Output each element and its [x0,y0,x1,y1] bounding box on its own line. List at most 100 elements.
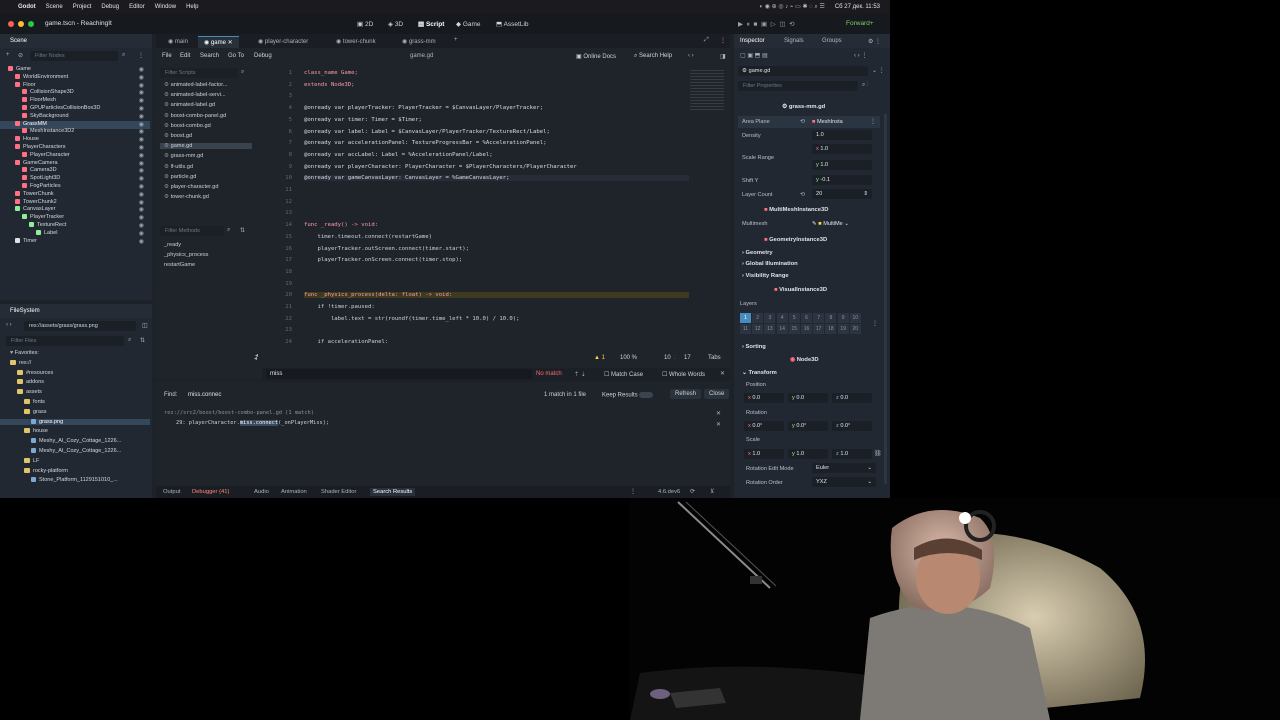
scale-range-x-field[interactable]: x 1.0 [812,144,872,154]
code-line[interactable]: @onready var playerTracker: PlayerTracke… [304,105,543,111]
app-menu[interactable]: Godot [18,4,36,10]
folder-item[interactable]: fonts [0,399,150,405]
global-illumination-group[interactable]: › Global Illumination [742,261,798,267]
tab-audio[interactable]: Audio [254,489,269,495]
code-line[interactable]: @onready var gameCanvasLayer: CanvasLaye… [304,175,689,182]
code-editor[interactable]: 1 class_name Game; 2 extends Node3D; 3 4 @onre… [0,14,730,354]
code-line[interactable]: label.text = str(roundf(timer.time_left … [304,316,520,322]
toggle-bottom-panel-icon[interactable]: ⊻ [710,489,714,495]
rotation-x-field[interactable]: x 0.0° [744,421,784,431]
position-x-field[interactable]: x 0.0 [744,393,784,403]
tab-search-results[interactable]: Search Results [370,488,416,496]
whole-words-toggle[interactable]: ☐ Whole Words [662,371,705,378]
tab-signals[interactable]: Signals [784,38,804,44]
match-case-toggle[interactable]: ☐ Match Case [604,371,643,378]
layer-bit[interactable]: 7 [813,313,825,323]
menu-project[interactable]: Project [73,4,92,10]
geometryinstance3d-section[interactable]: ■ GeometryInstance3D [764,237,827,243]
layer-bit[interactable]: 9 [837,313,849,323]
close-find-icon[interactable]: ✕ [720,370,725,377]
layer-bit[interactable]: 11 [740,324,751,334]
layers-grid[interactable]: 1 2 3 4 5 6 7 8 9 10 11 12 13 14 15 16 17 18 19 20 [740,313,862,335]
bottom-more-icon[interactable]: ⋮ [630,489,636,495]
folder-item[interactable]: addons [0,379,150,385]
filter-properties-input[interactable]: Filter Properties [738,81,858,91]
rotation-order-select[interactable]: YXZ ⌄ [812,477,876,487]
folder-item[interactable]: house [0,428,150,434]
scale-z-field[interactable]: z 1.0 [832,449,872,459]
code-line[interactable]: playerTracker.onScreen.connect(timer.sto… [304,257,462,263]
edited-resource-field[interactable]: ⚙ game.gd [738,66,868,76]
file-item[interactable]: Meshy_AI_Cozy_Cottage_1226... [0,448,150,454]
layer-bit[interactable]: 12 [752,324,764,334]
menu-debug[interactable]: Debug [101,4,119,10]
folder-item[interactable]: LF [0,458,150,464]
visualinstance3d-section[interactable]: ■ VisualInstance3D [774,287,827,293]
version-update-icon[interactable]: ⟳ [690,489,695,495]
menu-window[interactable]: Window [155,4,176,10]
keep-results-toggle[interactable]: Keep Results [602,392,654,399]
collapse-icon[interactable]: ◂ [254,355,257,362]
layer-bit[interactable]: 19 [837,324,849,334]
layer-bit[interactable]: 4 [776,313,788,323]
multimeshinstance3d-section[interactable]: ■ MultiMeshInstance3D [764,207,828,213]
version-label[interactable]: 4.6.dev6 [658,489,680,495]
code-line[interactable]: timer.timeout.connect(restartGame) [304,234,432,240]
tab-debugger[interactable]: Debugger (41) [192,489,229,495]
scale-y-field[interactable]: y 1.0 [788,449,828,459]
indent-mode[interactable]: Tabs [708,355,721,361]
area-plane-value[interactable]: ■ MeshInsta [812,119,843,125]
inline-find-input[interactable]: miss [266,369,532,379]
rotation-edit-mode-select[interactable]: Euler ⌄ [812,463,876,473]
layer-bit[interactable]: 15 [788,324,800,334]
inspector-history-icon[interactable]: ‹ › ⋮ [854,52,867,59]
area-plane-menu-icon[interactable]: ⋮ [870,118,876,125]
layer-bit[interactable]: 17 [813,324,825,334]
file-item[interactable]: Meshy_AI_Cozy_Cottage_1226... [0,438,150,444]
position-z-field[interactable]: z 0.0 [832,393,872,403]
tab-groups[interactable]: Groups [822,38,842,44]
layer-bit[interactable]: 3 [764,313,776,323]
code-line[interactable]: if accelerationPanel: [304,339,388,345]
code-line[interactable]: @onready var timer: Timer = $Timer; [304,117,422,123]
remove-line-result-icon[interactable]: ✕ [716,421,721,428]
code-line[interactable]: @onready var accelerationPanel: TextureP… [304,140,546,146]
inspector-scrollbar[interactable] [884,114,887,484]
visibility-range-group[interactable]: › Visibility Range [742,273,789,279]
tab-animation[interactable]: Animation [281,489,307,495]
file-item[interactable]: Stone_Platform_1129151010_... [0,477,150,483]
code-line[interactable]: class_name Game; [304,70,358,76]
code-line[interactable]: @onready var playerCharacter: PlayerChar… [304,164,577,170]
shift-y-field[interactable]: y -0.1 [812,175,872,185]
file-item[interactable]: grass.png [0,418,150,425]
folder-item[interactable]: #resources [0,370,150,376]
refresh-button[interactable]: Refresh [670,389,702,399]
inspector-options-icon[interactable]: ⚙ ⋮ [868,38,881,45]
node3d-section[interactable]: ◉ Node3D [790,357,819,363]
menu-help[interactable]: Help [186,4,198,10]
layer-bit[interactable]: 5 [788,313,800,323]
tab-inspector[interactable]: Inspector [740,38,765,44]
layer-bit[interactable]: 18 [825,324,837,334]
density-field[interactable]: 1.0 [812,130,872,140]
find-prev-next[interactable]: ⇡ ⇣ [574,371,586,378]
layer-bit[interactable]: 1 [740,313,751,323]
area-plane-reset-icon[interactable]: ⟲ [800,118,805,125]
code-line[interactable]: @onready var label: Label = $CanvasLayer… [304,129,550,135]
menu-scene[interactable]: Scene [46,4,63,10]
folder-item[interactable]: grass [0,409,150,415]
code-line[interactable]: playerTracker.outScreen.connect(timer.st… [304,246,469,252]
code-line[interactable]: if !timer.paused: [304,304,374,310]
folder-item[interactable]: rocky-platform [0,468,150,474]
scale-link-icon[interactable]: ⛓ [874,450,882,457]
layer-bit[interactable]: 6 [801,313,812,323]
layer-count-field[interactable]: 20 ⇕ [812,189,872,199]
folder-item[interactable]: assets [0,389,150,395]
code-line[interactable]: func _ready() -> void: [304,222,378,228]
filter-properties-search-icon[interactable]: ⌕ ⋮ [862,82,869,89]
warnings-count[interactable]: ▲ 1 [594,355,605,361]
scale-range-y-field[interactable]: y 1.0 [812,160,872,170]
layer-bit[interactable]: 10 [849,313,861,323]
geometry-group[interactable]: › Geometry [742,250,773,256]
zoom-level[interactable]: 100 % [620,355,637,361]
